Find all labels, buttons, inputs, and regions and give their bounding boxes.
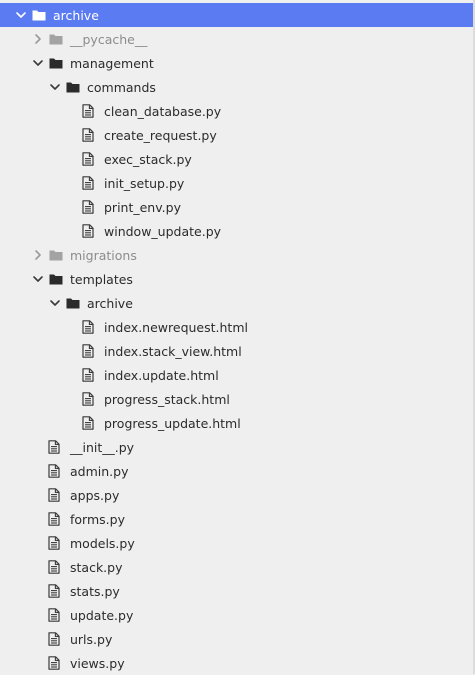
- tree-file-stack-py[interactable]: stack.py: [0, 555, 473, 579]
- tree-item-label: init_setup.py: [104, 175, 185, 191]
- tree-file-stats-py[interactable]: stats.py: [0, 579, 473, 603]
- tree-item-label: exec_stack.py: [104, 151, 192, 167]
- tree-file-views-py[interactable]: views.py: [0, 651, 473, 675]
- tree-item-label: stats.py: [70, 583, 120, 599]
- tree-file-models-py[interactable]: models.py: [0, 531, 473, 555]
- tree-item-label: archive: [87, 295, 133, 311]
- file-icon: [47, 560, 61, 574]
- folder-icon: [49, 56, 63, 70]
- tree-file-exec-stack-py[interactable]: exec_stack.py: [0, 147, 473, 171]
- file-icon: [81, 392, 95, 406]
- tree-file-clean-database-py[interactable]: clean_database.py: [0, 99, 473, 123]
- tree-item-label: print_env.py: [104, 199, 181, 215]
- tree-item-label: progress_update.html: [104, 415, 241, 431]
- tree-item-label: management: [70, 55, 154, 71]
- file-icon: [47, 608, 61, 622]
- tree-item-label: __init__.py: [70, 439, 135, 455]
- chevron-down-icon[interactable]: [49, 297, 61, 309]
- tree-item-label: __pycache__: [70, 31, 148, 47]
- tree-item-label: index.update.html: [104, 367, 219, 383]
- folder-icon: [66, 80, 80, 94]
- tree-item-label: migrations: [70, 247, 137, 263]
- tree-item-label: urls.py: [70, 631, 113, 647]
- file-icon: [47, 488, 61, 502]
- file-icon: [47, 536, 61, 550]
- tree-item-label: window_update.py: [104, 223, 222, 239]
- chevron-down-icon[interactable]: [32, 273, 44, 285]
- chevron-down-icon[interactable]: [32, 57, 44, 69]
- file-icon: [47, 512, 61, 526]
- file-icon: [47, 632, 61, 646]
- file-icon: [81, 320, 95, 334]
- chevron-down-icon[interactable]: [49, 81, 61, 93]
- tree-item-label: archive: [53, 7, 99, 23]
- file-icon: [47, 440, 61, 454]
- tree-file-init-py[interactable]: __init__.py: [0, 435, 473, 459]
- tree-item-label: admin.py: [70, 463, 129, 479]
- file-icon: [81, 200, 95, 214]
- tree-item-label: index.stack_view.html: [104, 343, 242, 359]
- file-icon: [81, 344, 95, 358]
- file-icon: [81, 152, 95, 166]
- tree-folder-commands[interactable]: commands: [0, 75, 473, 99]
- folder-icon: [66, 296, 80, 310]
- file-icon: [81, 416, 95, 430]
- tree-file-update-py[interactable]: update.py: [0, 603, 473, 627]
- file-icon: [81, 224, 95, 238]
- tree-file-progress-stack-html[interactable]: progress_stack.html: [0, 387, 473, 411]
- tree-file-urls-py[interactable]: urls.py: [0, 627, 473, 651]
- tree-file-admin-py[interactable]: admin.py: [0, 459, 473, 483]
- tree-folder-management[interactable]: management: [0, 51, 473, 75]
- tree-item-label: models.py: [70, 535, 135, 551]
- tree-item-label: index.newrequest.html: [104, 319, 248, 335]
- file-tree: archive __pycache__ management commands clea…: [0, 0, 475, 674]
- file-icon: [47, 464, 61, 478]
- tree-folder-pycache[interactable]: __pycache__: [0, 27, 473, 51]
- tree-item-label: views.py: [70, 655, 125, 671]
- tree-file-forms-py[interactable]: forms.py: [0, 507, 473, 531]
- tree-item-label: commands: [87, 79, 156, 95]
- folder-icon: [49, 272, 63, 286]
- file-icon: [81, 104, 95, 118]
- folder-icon: [32, 8, 46, 22]
- tree-item-label: create_request.py: [104, 127, 217, 143]
- tree-file-index-newrequest-html[interactable]: index.newrequest.html: [0, 315, 473, 339]
- chevron-right-icon[interactable]: [32, 249, 44, 261]
- tree-file-window-update-py[interactable]: window_update.py: [0, 219, 473, 243]
- folder-icon: [49, 32, 63, 46]
- file-icon: [81, 128, 95, 142]
- file-icon: [81, 368, 95, 382]
- file-icon: [47, 656, 61, 670]
- chevron-right-icon[interactable]: [32, 33, 44, 45]
- tree-folder-archive[interactable]: archive: [0, 291, 473, 315]
- tree-file-apps-py[interactable]: apps.py: [0, 483, 473, 507]
- tree-item-label: templates: [70, 271, 133, 287]
- tree-file-progress-update-html[interactable]: progress_update.html: [0, 411, 473, 435]
- tree-item-label: clean_database.py: [104, 103, 222, 119]
- tree-file-index-update-html[interactable]: index.update.html: [0, 363, 473, 387]
- tree-item-label: apps.py: [70, 487, 120, 503]
- folder-icon: [49, 248, 63, 262]
- tree-folder-migrations[interactable]: migrations: [0, 243, 473, 267]
- tree-folder-archive[interactable]: archive: [0, 3, 473, 27]
- chevron-down-icon[interactable]: [15, 9, 27, 21]
- tree-file-index-stack-view-html[interactable]: index.stack_view.html: [0, 339, 473, 363]
- tree-folder-templates[interactable]: templates: [0, 267, 473, 291]
- tree-item-label: update.py: [70, 607, 134, 623]
- tree-file-print-env-py[interactable]: print_env.py: [0, 195, 473, 219]
- file-icon: [47, 584, 61, 598]
- tree-item-label: forms.py: [70, 511, 125, 527]
- file-icon: [81, 176, 95, 190]
- tree-item-label: stack.py: [70, 559, 123, 575]
- tree-file-init-setup-py[interactable]: init_setup.py: [0, 171, 473, 195]
- tree-item-label: progress_stack.html: [104, 391, 230, 407]
- tree-file-create-request-py[interactable]: create_request.py: [0, 123, 473, 147]
